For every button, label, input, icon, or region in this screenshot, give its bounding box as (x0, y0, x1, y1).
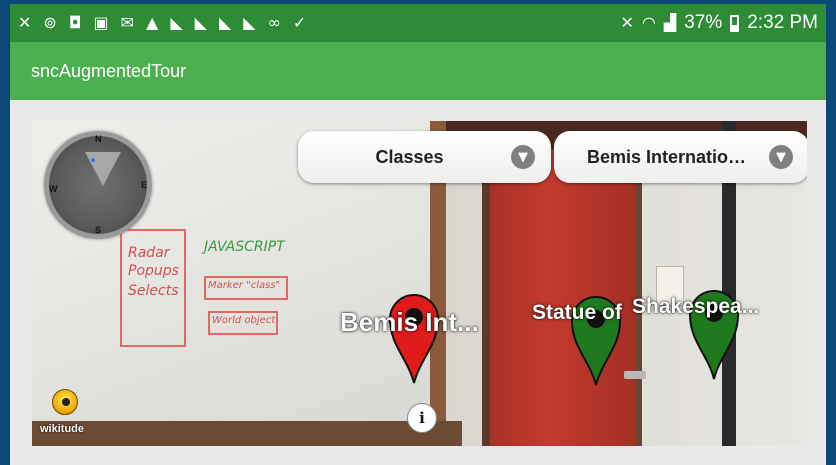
app-bar: sncAugmentedTour (10, 42, 826, 100)
system-status: ✕ ◠ ▟ 37% 2:32 PM (621, 12, 826, 34)
app-title: sncAugmentedTour (31, 60, 187, 81)
whiteboard-text: JAVASCRIPT (204, 239, 285, 255)
mute-icon: ✕ (620, 13, 634, 32)
location-select[interactable]: Bemis Internatio… ▼ (554, 131, 807, 183)
notification-icons: ✕ ⊚ ◘ ▣ ✉ ▲ ◣ ◣ ◣ ◣ ∞ ✓ (10, 15, 306, 31)
flipboard-icon: ◣ (194, 13, 207, 32)
status-bar: ✕ ⊚ ◘ ▣ ✉ ▲ ◣ ◣ ◣ ◣ ∞ ✓ ✕ ◠ ▟ 37% 2:32 P… (10, 4, 826, 42)
statue-marker-label[interactable]: Statue of (532, 301, 622, 325)
wikitude-logo: wikitude (40, 389, 100, 445)
whiteboard-text: Radar (128, 245, 170, 261)
chevron-down-icon: ▼ (769, 145, 793, 169)
wikitude-text: wikitude (40, 423, 85, 435)
whiteboard-text: Selects (128, 283, 179, 299)
voicemail-icon: ∞ (267, 13, 281, 32)
airplane-cross-icon: ✕ (18, 13, 32, 32)
signal-icon: ▟ (663, 13, 677, 32)
radar-north-label: N (95, 134, 102, 144)
whiteboard-text: Marker "class" (208, 280, 281, 291)
image-icon: ▣ (93, 13, 109, 32)
flipboard-icon: ◣ (170, 13, 183, 32)
radar-poi-dot (91, 158, 95, 162)
ar-camera-view[interactable]: Radar Popups Selects JAVASCRIPT Marker "… (32, 121, 807, 446)
door-handle (624, 371, 646, 379)
wifi-icon: ◠ (641, 13, 656, 32)
classes-select-label: Classes (375, 146, 444, 167)
battery-icon (730, 14, 740, 32)
mail-icon: ✉ (120, 13, 134, 32)
instagram-icon: ◘ (68, 13, 82, 32)
sync-icon: ⊚ (43, 13, 57, 32)
clock: 2:32 PM (747, 12, 818, 33)
radar-south-label: S (95, 225, 102, 235)
radar-view-cone (85, 152, 121, 186)
whiteboard-text: Popups (128, 263, 179, 279)
info-button[interactable]: i (407, 403, 437, 433)
chevron-down-icon: ▼ (511, 145, 535, 169)
wikitude-icon (52, 389, 78, 415)
info-icon: i (419, 409, 425, 427)
classes-select[interactable]: Classes ▼ (298, 131, 551, 183)
whiteboard-text: World object (212, 315, 276, 326)
clipboard-check-icon: ✓ (292, 13, 307, 32)
radar-east-label: E (140, 180, 147, 190)
radar-compass[interactable]: N E S W (44, 131, 152, 239)
warning-icon: ▲ (146, 13, 159, 32)
shakespeare-marker-label[interactable]: Shakespea... (632, 295, 759, 319)
battery-percent: 37% (684, 12, 723, 33)
radar-west-label: W (49, 184, 58, 194)
flipboard-icon: ◣ (218, 13, 232, 32)
flipboard-icon: ◣ (243, 13, 256, 32)
location-select-label: Bemis Internatio… (586, 146, 747, 167)
bemis-marker-label[interactable]: Bemis Int... (340, 307, 479, 338)
